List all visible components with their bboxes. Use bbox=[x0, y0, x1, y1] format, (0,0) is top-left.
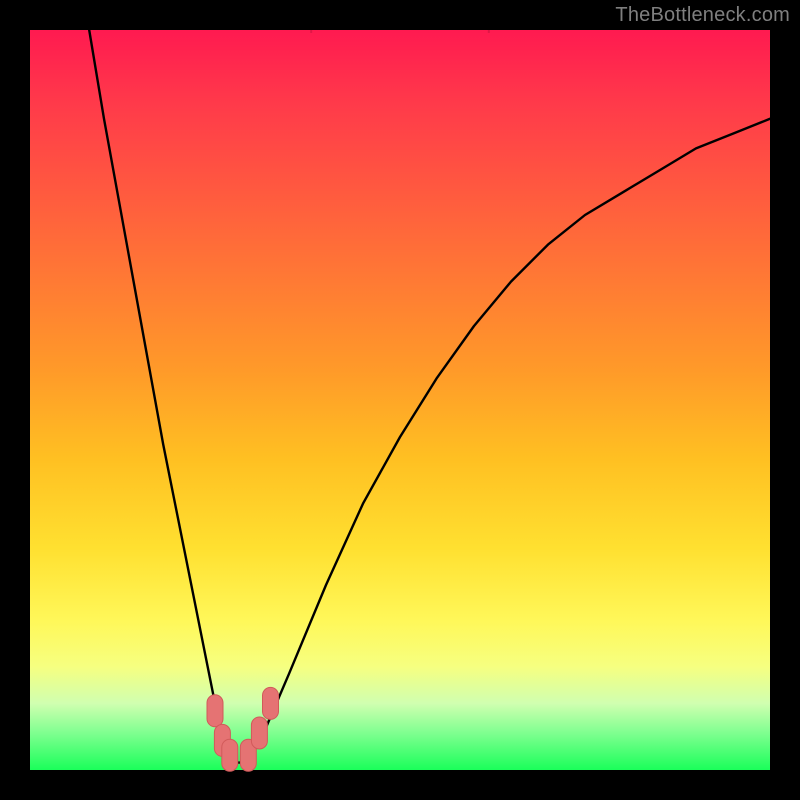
curve-marker-0 bbox=[207, 695, 223, 727]
curve-markers bbox=[207, 687, 279, 771]
top-notch-1 bbox=[488, 30, 490, 33]
watermark-text: TheBottleneck.com bbox=[615, 4, 790, 27]
top-notch-0 bbox=[310, 30, 312, 33]
axis-notches bbox=[310, 30, 490, 33]
curve-marker-4 bbox=[251, 717, 267, 749]
curve-marker-5 bbox=[263, 687, 279, 719]
bottleneck-curve bbox=[89, 30, 770, 763]
chart-plot-area bbox=[30, 30, 770, 770]
curve-marker-2 bbox=[222, 739, 238, 771]
chart-frame: TheBottleneck.com bbox=[0, 0, 800, 800]
chart-svg bbox=[30, 30, 770, 770]
